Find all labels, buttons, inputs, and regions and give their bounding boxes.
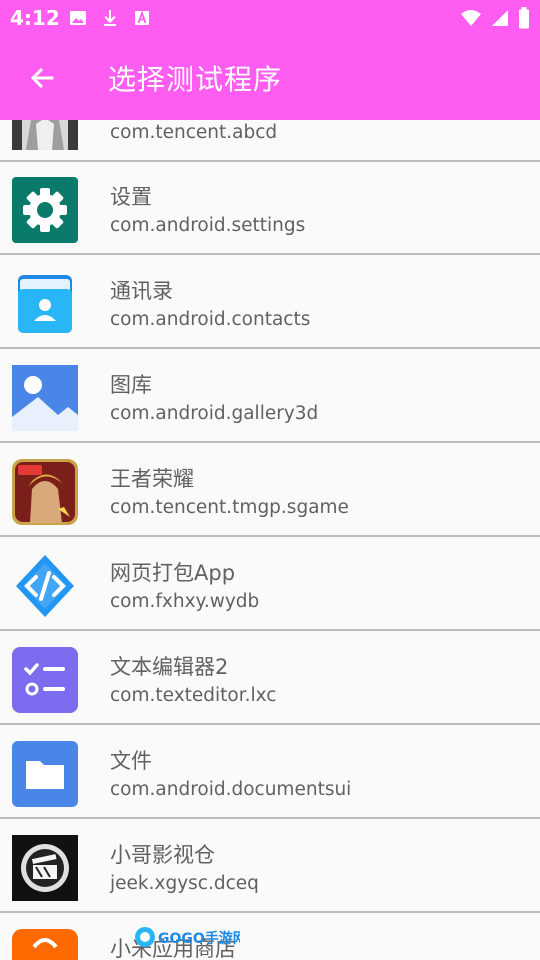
app-row-contacts[interactable]: 通讯录 com.android.contacts [0,257,540,349]
status-notification-icons [68,8,152,28]
app-package: com.fxhxy.wydb [110,591,260,612]
app-row-web-packager[interactable]: 网页打包App com.fxhxy.wydb [0,539,540,631]
app-package: com.android.settings [110,215,306,236]
app-name: 设置 [110,185,152,209]
app-row-mi-store[interactable]: 小米应用商店 [0,915,540,960]
app-name: 文件 [110,749,152,773]
app-package: com.android.contacts [110,309,311,330]
image-icon [68,8,88,28]
contacts-icon [12,271,78,337]
app-row-text-editor[interactable]: 文本编辑器2 com.texteditor.lxc [0,633,540,725]
arrow-back-icon [30,67,54,89]
app-row-xiaoge-video[interactable]: 小哥影视仓 jeek.xgysc.dceq [0,821,540,913]
clapperboard-icon [12,835,78,901]
code-brackets-icon [12,553,78,619]
app-package: com.android.documentsui [110,779,352,800]
app-name: 网页打包App [110,561,236,585]
wifi-icon [460,8,482,32]
back-button[interactable] [22,58,62,98]
page-title: 选择测试程序 [108,63,283,96]
app-name: 图库 [110,373,152,397]
app-package: com.tencent.abcd [110,122,278,143]
status-system-icons [460,7,530,33]
status-time: 4:12 [10,6,60,30]
battery-icon [518,7,530,33]
settings-gear-icon [12,177,78,243]
cellular-signal-icon [490,8,510,32]
honor-of-kings-icon [12,459,78,525]
toolbar: 选择测试程序 [0,36,540,120]
app-bar: 4:12 选择测试程序 [0,0,540,120]
app-name: 通讯录 [110,279,173,303]
watermark-text: GOGO手游网 [158,930,240,947]
app-row-settings[interactable]: 设置 com.android.settings [0,163,540,255]
font-a-icon [132,8,152,28]
watermark-logo: GOGO手游网 [134,924,247,950]
app-name: 小哥影视仓 [110,843,215,867]
gallery-icon [12,365,78,431]
app-package: com.tencent.tmgp.sgame [110,497,349,518]
app-name: 王者荣耀 [110,467,194,491]
mi-store-icon [12,929,78,960]
app-row-files[interactable]: 文件 com.android.documentsui [0,727,540,819]
app-package: com.android.gallery3d [110,403,319,424]
folder-icon [12,741,78,807]
checklist-icon [12,647,78,713]
status-bar: 4:12 [0,0,540,36]
download-icon [100,8,120,28]
app-name: 文本编辑器2 [110,655,229,679]
app-row-gallery[interactable]: 图库 com.android.gallery3d [0,351,540,443]
app-package: com.texteditor.lxc [110,685,277,706]
app-row-honor-of-kings[interactable]: 王者荣耀 com.tencent.tmgp.sgame [0,445,540,537]
app-package: jeek.xgysc.dceq [110,873,259,894]
